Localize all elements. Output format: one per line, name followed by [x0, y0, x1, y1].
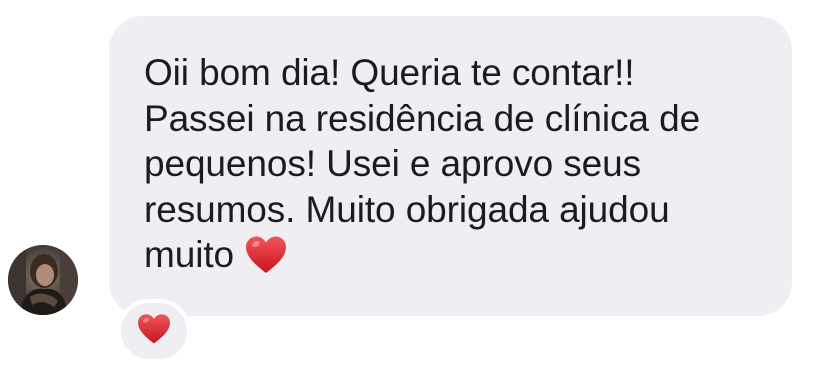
- message-text: Oii bom dia! Queria te contar!! Passei n…: [144, 50, 772, 286]
- reaction-badge[interactable]: [117, 299, 191, 363]
- red-heart-icon: [244, 235, 288, 286]
- avatar-photo: [8, 245, 78, 315]
- message-body: Oii bom dia! Queria te contar!! Passei n…: [144, 52, 701, 275]
- message-bubble[interactable]: Oii bom dia! Queria te contar!! Passei n…: [109, 16, 792, 316]
- avatar[interactable]: [8, 245, 78, 315]
- red-heart-icon: [136, 313, 172, 350]
- chat-screen: Oii bom dia! Queria te contar!! Passei n…: [0, 0, 815, 373]
